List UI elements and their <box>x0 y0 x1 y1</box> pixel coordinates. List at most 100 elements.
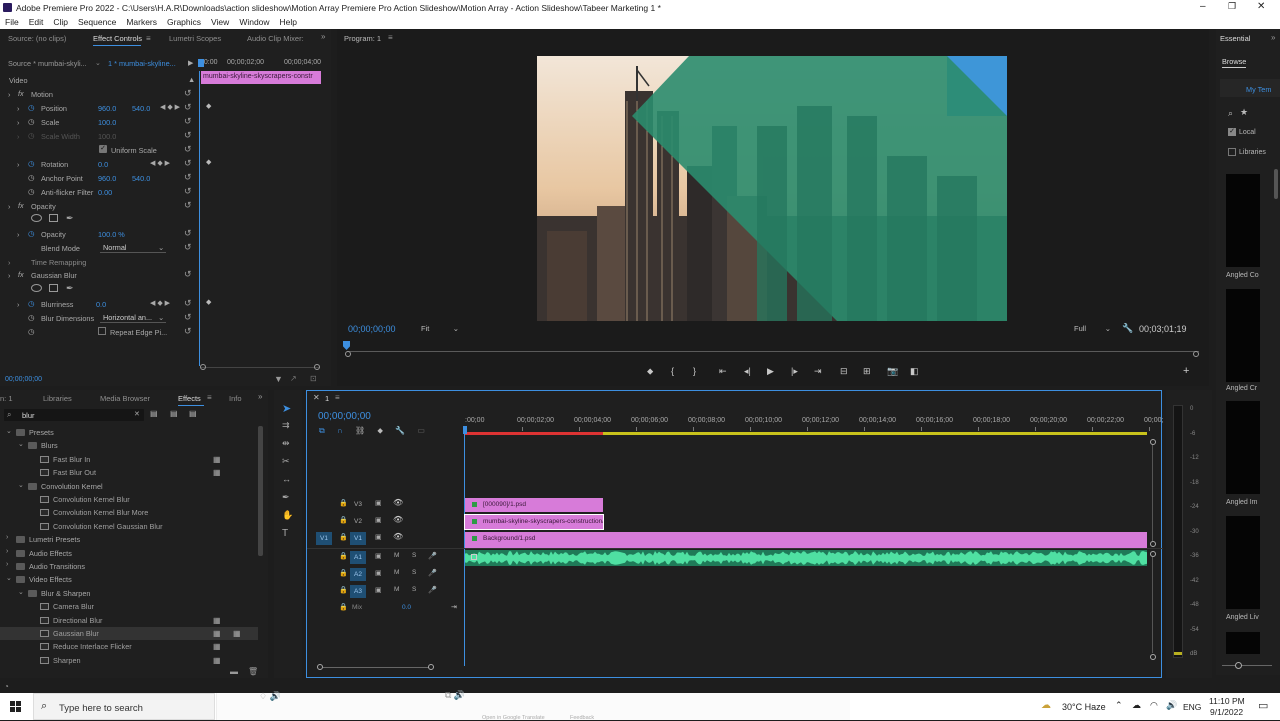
reset-icon[interactable]: ↺ <box>184 228 192 239</box>
solo-button[interactable]: S <box>412 552 416 559</box>
close-icon[interactable]: ✕ <box>1257 1 1265 12</box>
stopwatch-icon[interactable]: ◷ <box>28 327 34 336</box>
mute-button[interactable]: M <box>394 569 399 576</box>
collapse-up-icon[interactable]: ▲ <box>188 75 195 84</box>
tab-project[interactable]: n: 1 <box>0 394 13 403</box>
language-indicator[interactable]: ENG <box>1183 702 1201 712</box>
reset-icon[interactable]: ↺ <box>184 298 192 309</box>
lock-icon[interactable]: 🔒 <box>339 586 348 594</box>
tab-essential[interactable]: Essential <box>1220 34 1250 43</box>
stopwatch-icon[interactable]: ◷ <box>28 159 34 168</box>
tab-audio-clip-mixer[interactable]: Audio Clip Mixer: <box>247 34 304 43</box>
clock-date[interactable]: 9/1/2022 <box>1210 707 1243 717</box>
stopwatch-icon[interactable]: ◷ <box>28 299 34 308</box>
video-frame[interactable] <box>537 56 1007 321</box>
effect-item[interactable]: Convolution Kernel Gaussian Blur <box>0 520 258 533</box>
blur-dimensions-select[interactable]: Horizontal an... <box>100 312 166 323</box>
menu-item-edit[interactable]: Edit <box>29 17 44 27</box>
track-name[interactable]: V3 <box>350 498 366 511</box>
template-thumbnail[interactable] <box>1226 289 1260 382</box>
track-header[interactable]: V1 🔒 V1 ▣ 👁 <box>307 531 463 547</box>
repeat-edge-checkbox[interactable] <box>98 327 106 335</box>
chevron-down-icon[interactable]: ⌄ <box>18 481 24 489</box>
mark-in-icon[interactable]: { <box>671 366 674 376</box>
eye-icon[interactable]: 👁 <box>393 532 403 541</box>
vertical-scrollbar[interactable] <box>1274 169 1278 199</box>
ellipse-mask-icon[interactable] <box>31 284 42 292</box>
microphone-icon[interactable]: 🎤 <box>428 586 437 594</box>
settings-wrench-icon[interactable]: 🔧 <box>395 426 405 435</box>
rectangle-mask-icon[interactable] <box>49 214 58 222</box>
weather-icon[interactable]: ☁ <box>1041 700 1051 711</box>
effect-folder[interactable]: › Lumetri Presets <box>0 533 258 546</box>
hand-tool-icon[interactable]: ✋ <box>282 510 293 521</box>
keyframe-diamond[interactable]: ◆ <box>206 158 211 166</box>
effect-folder[interactable]: ⌄ Presets <box>0 426 258 439</box>
snap-icon[interactable]: ∩ <box>337 426 343 435</box>
effect-item[interactable]: Directional Blur ▦ <box>0 614 258 627</box>
menu-item-clip[interactable]: Clip <box>53 17 68 27</box>
fx-icon[interactable]: fx <box>18 201 24 210</box>
mark-out-icon[interactable]: } <box>693 366 696 376</box>
sync-lock-icon[interactable]: ▣ <box>375 552 382 560</box>
zoom-handle-left[interactable] <box>345 351 351 357</box>
tab-program[interactable]: Program: 1 <box>344 34 381 43</box>
step-back-icon[interactable]: ◂| <box>744 366 751 377</box>
taskbar-search-box[interactable]: ⌕ Type here to search <box>33 693 215 720</box>
clear-search-icon[interactable]: ✕ <box>134 410 140 418</box>
pen-mask-icon[interactable]: ✒ <box>66 213 74 224</box>
pen-mask-icon[interactable]: ✒ <box>66 283 74 294</box>
menu-item-window[interactable]: Window <box>239 17 269 27</box>
uniform-scale-checkbox[interactable]: ✓ <box>99 145 107 153</box>
rectangle-mask-icon[interactable] <box>49 284 58 292</box>
lock-icon[interactable]: 🔒 <box>339 552 348 560</box>
ec-clip-bar[interactable]: mumbai-skyline-skyscrapers-constr <box>201 71 321 84</box>
solo-button[interactable]: S <box>412 586 416 593</box>
audio-clip-a1[interactable] <box>465 550 1147 566</box>
scale-value[interactable]: 100.0 <box>98 118 116 127</box>
chevron-down-icon[interactable]: ⌄ <box>158 243 164 252</box>
chevron-down-icon[interactable]: ⌄ <box>6 427 12 435</box>
reset-icon[interactable]: ↺ <box>184 144 192 155</box>
keyframe-diamond[interactable]: ◆ <box>206 102 211 110</box>
reset-icon[interactable]: ↺ <box>184 102 192 113</box>
rotation-value[interactable]: 0.0 <box>98 160 108 169</box>
track-name[interactable]: V1 <box>350 532 366 545</box>
sync-lock-icon[interactable]: ▣ <box>375 586 382 594</box>
clip-v1[interactable]: Background/1.psd <box>465 532 1147 548</box>
panel-menu-icon[interactable]: ≡ <box>335 393 340 402</box>
effect-item[interactable]: Fast Blur In ▦ <box>0 453 258 466</box>
tab-effect-controls[interactable]: Effect Controls <box>93 34 142 43</box>
menu-item-file[interactable]: File <box>5 17 19 27</box>
chevron-down-icon[interactable]: ⌄ <box>6 574 12 582</box>
fx-icon[interactable]: fx <box>18 270 24 279</box>
template-thumbnail[interactable] <box>1226 632 1260 654</box>
tab-info[interactable]: Info <box>229 394 242 403</box>
track-name[interactable]: V2 <box>350 515 366 528</box>
tab-effects[interactable]: Effects <box>178 394 201 403</box>
track-name[interactable]: A2 <box>350 568 366 581</box>
lock-icon[interactable]: 🔒 <box>339 569 348 577</box>
program-timecode[interactable]: 00;00;00;00 <box>348 324 396 334</box>
chevron-right-icon[interactable]: › <box>6 548 8 555</box>
template-thumbnail[interactable] <box>1226 174 1260 267</box>
blurriness-value[interactable]: 0.0 <box>96 300 106 309</box>
effect-folder[interactable]: ⌄ Convolution Kernel <box>0 480 258 493</box>
clip-v2[interactable]: mumbai-skyline-skyscrapers-construction/… <box>464 514 604 530</box>
panel-menu-icon[interactable]: ≡ <box>388 33 393 42</box>
reset-icon[interactable]: ↺ <box>184 116 192 127</box>
filter-icon[interactable]: ▼ <box>274 374 283 384</box>
close-tab-icon[interactable]: ✕ <box>313 393 320 402</box>
weather-text[interactable]: 30°C Haze <box>1062 702 1106 712</box>
zoom-handle-right[interactable] <box>428 664 434 670</box>
add-button-icon[interactable]: + <box>1183 365 1189 377</box>
source-clip-selector[interactable]: Source * mumbai-skyli... <box>8 59 87 68</box>
program-playhead[interactable] <box>343 341 350 350</box>
slip-tool-icon[interactable]: ↔ <box>282 474 291 484</box>
stopwatch-icon[interactable]: ◷ <box>28 313 34 322</box>
chevron-down-icon[interactable]: ⌄ <box>18 588 24 596</box>
add-marker-icon[interactable]: ⬥ <box>647 366 653 377</box>
play-icon[interactable]: ▶ <box>767 366 774 377</box>
effect-item[interactable]: Camera Blur <box>0 600 258 613</box>
go-to-in-icon[interactable]: ⇤ <box>719 366 727 377</box>
